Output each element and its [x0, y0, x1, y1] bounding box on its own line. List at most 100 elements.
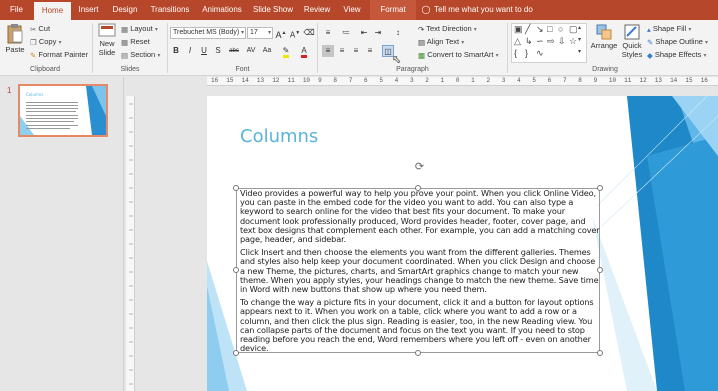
paint-bucket-icon: ▴: [647, 24, 651, 34]
thumbnail-preview-image: Columns: [20, 86, 106, 135]
font-size-combo[interactable]: 17 ▾: [247, 27, 273, 39]
arrange-button[interactable]: Arrange: [590, 23, 618, 63]
tab-home[interactable]: Home: [34, 2, 71, 20]
cut-button[interactable]: ✂ Cut: [30, 24, 50, 34]
grow-font-icon[interactable]: A▲: [275, 27, 287, 40]
layout-button[interactable]: ▦ Layout ▾: [121, 24, 158, 34]
align-text-button[interactable]: ▤ Align Text ▾: [418, 37, 464, 47]
horizontal-ruler: 16 15 14 13 12 11 10 9 8 7 6 5 4 3 2 1 0 1 2 3 4 5 6 7 8 9 10 11 12 1…: [207, 77, 718, 86]
rectangle-shape-icon[interactable]: □: [547, 24, 552, 34]
ruler-tick-label: 14: [670, 77, 678, 84]
brace-right-shape-icon[interactable]: }: [525, 48, 528, 58]
rounded-rect-shape-icon[interactable]: ▢: [569, 24, 578, 35]
change-case-icon[interactable]: Aa: [261, 45, 273, 57]
paragraph-group-label: Paragraph: [396, 66, 429, 73]
bent-arrow-shape-icon[interactable]: ↳: [525, 36, 533, 47]
section-button[interactable]: ▤ Section ▾: [121, 50, 160, 60]
text-direction-button[interactable]: ↷ Text Direction ▾: [418, 24, 477, 34]
font-name-combo[interactable]: Trebuchet MS (Body) ▾: [170, 27, 246, 39]
paste-button[interactable]: Paste: [4, 23, 26, 63]
layout-label: Layout: [130, 24, 153, 33]
triangle-shape-icon[interactable]: △: [514, 36, 521, 47]
quick-styles-button[interactable]: Quick Styles: [619, 23, 645, 63]
drawing-group-label: Drawing: [592, 66, 618, 73]
line-spacing-icon[interactable]: ↕: [392, 27, 404, 39]
curve-shape-icon[interactable]: ∽: [536, 36, 544, 47]
down-arrow-shape-icon[interactable]: ⇩: [558, 36, 566, 47]
freeform-shape-icon[interactable]: ∿: [536, 48, 544, 59]
italic-button[interactable]: I: [184, 45, 196, 57]
shape-effects-button[interactable]: ◆ Shape Effects ▾: [647, 50, 707, 60]
align-left-icon[interactable]: ≡: [322, 45, 334, 57]
ruler-tick-label: 12: [272, 77, 280, 84]
resize-handle-bottom-right[interactable]: [597, 350, 603, 356]
tab-insert[interactable]: Insert: [72, 0, 105, 20]
new-slide-button[interactable]: New Slide: [95, 23, 119, 63]
right-arrow-shape-icon[interactable]: ⇨: [547, 36, 555, 47]
section-label: Section: [130, 50, 156, 59]
shape-outline-button[interactable]: ✎ Shape Outline ▾: [647, 37, 708, 47]
strikethrough-button[interactable]: abc: [226, 45, 242, 57]
tab-format[interactable]: Format: [370, 0, 416, 20]
numbering-icon[interactable]: ≔: [340, 27, 352, 39]
format-painter-button[interactable]: ✎ Format Painter: [30, 50, 88, 60]
resize-handle-top[interactable]: [415, 185, 421, 191]
textbox-shape-icon[interactable]: ▣: [514, 24, 523, 35]
resize-handle-left[interactable]: [233, 267, 239, 273]
resize-handle-top-right[interactable]: [597, 185, 603, 191]
resize-handle-right[interactable]: [597, 267, 603, 273]
bullets-icon[interactable]: ≡: [322, 27, 334, 39]
chevron-down-icon[interactable]: ▾: [268, 28, 271, 38]
tab-file[interactable]: File: [0, 0, 33, 20]
align-right-icon[interactable]: ≡: [350, 45, 362, 57]
char-spacing-icon[interactable]: AV: [245, 45, 257, 57]
underline-button[interactable]: U: [198, 45, 210, 57]
slide-thumbnail[interactable]: Columns: [18, 84, 108, 137]
highlight-icon[interactable]: ✎: [280, 45, 292, 58]
more-shapes-icon[interactable]: ▾: [578, 48, 581, 55]
reset-button[interactable]: ▦ Reset: [121, 37, 150, 47]
line-shape-icon[interactable]: ╱: [525, 24, 530, 35]
vertical-ruler: [126, 96, 135, 391]
align-center-icon[interactable]: ≡: [336, 45, 348, 57]
ruler-tick-label: 7: [348, 77, 353, 84]
star-shape-icon[interactable]: ☆: [569, 36, 577, 47]
shapes-gallery[interactable]: ▣ ╱ ↘ □ ○ ▢ △ ↳ ∽ ⇨ ⇩ ☆ { } ∿ ▴ ▾ ▾: [511, 23, 587, 63]
tab-review[interactable]: Review: [298, 0, 336, 20]
increase-indent-icon[interactable]: ⇥: [372, 27, 384, 39]
shrink-font-icon[interactable]: A▼: [289, 27, 301, 40]
arrow-shape-icon[interactable]: ↘: [536, 24, 544, 35]
tab-transitions[interactable]: Transitions: [145, 0, 195, 20]
ruler-tick-label: 3: [501, 77, 506, 84]
tell-me-box[interactable]: ◯ Tell me what you want to do: [420, 0, 533, 20]
chevron-up-icon[interactable]: ▴: [578, 24, 581, 31]
tab-slide-show[interactable]: Slide Show: [249, 0, 297, 20]
convert-smartart-button[interactable]: ▩ Convert to SmartArt ▾: [418, 50, 499, 60]
slide-title[interactable]: Columns: [240, 126, 318, 147]
quick-styles-icon: [624, 24, 640, 40]
chevron-down-icon[interactable]: ▾: [241, 28, 244, 38]
oval-shape-icon[interactable]: ○: [558, 24, 563, 34]
copy-button[interactable]: ❐ Copy ▾: [30, 37, 61, 47]
justify-icon[interactable]: ≡: [364, 45, 376, 57]
content-textbox[interactable]: Video provides a powerful way to help yo…: [236, 188, 600, 353]
textbox-body[interactable]: Video provides a powerful way to help yo…: [240, 188, 600, 357]
tab-design[interactable]: Design: [106, 0, 144, 20]
tab-view[interactable]: View: [337, 0, 367, 20]
brace-shape-icon[interactable]: {: [514, 48, 517, 58]
font-color-icon[interactable]: A: [298, 45, 310, 58]
decrease-indent-icon[interactable]: ⇤: [358, 27, 370, 39]
slide-canvas[interactable]: Columns ⟳ Video provides a powerful way …: [207, 96, 718, 391]
resize-handle-bottom-left[interactable]: [233, 350, 239, 356]
paintbrush-icon: ✎: [30, 50, 37, 60]
shadow-button[interactable]: S: [212, 45, 224, 57]
bold-button[interactable]: B: [170, 45, 182, 57]
tab-animations[interactable]: Animations: [196, 0, 248, 20]
clear-formatting-icon[interactable]: ⌫: [303, 27, 315, 39]
arrange-icon: [596, 24, 612, 40]
chevron-down-icon[interactable]: ▾: [578, 36, 581, 43]
shape-fill-button[interactable]: ▴ Shape Fill ▾: [647, 24, 691, 34]
resize-handle-top-left[interactable]: [233, 185, 239, 191]
rotate-handle-icon[interactable]: ⟳: [414, 162, 425, 173]
resize-handle-bottom[interactable]: [415, 350, 421, 356]
